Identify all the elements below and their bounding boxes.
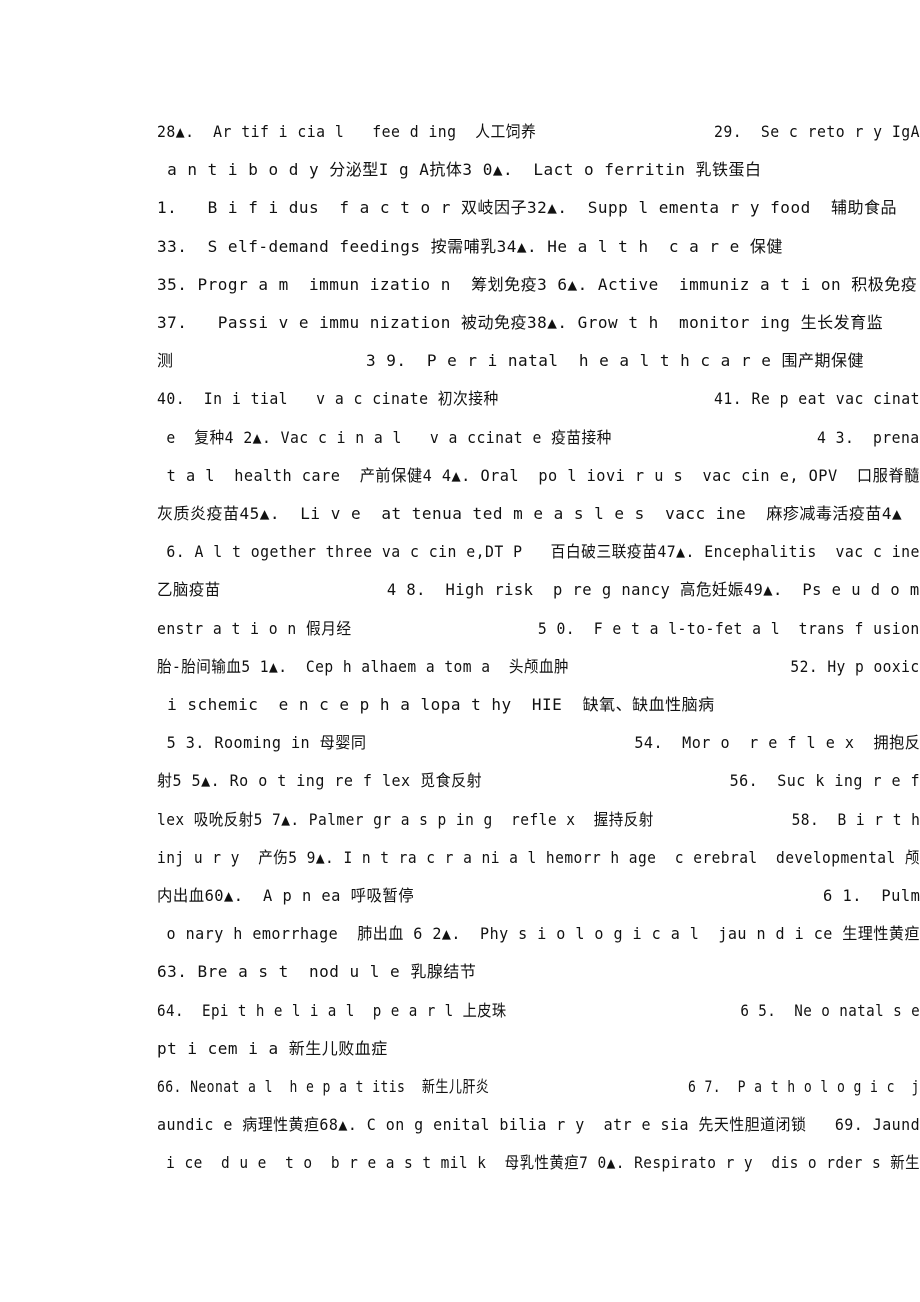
text-line: pt i cem i a 新生儿败血症 bbox=[157, 1038, 388, 1058]
text-line: 灰质炎疫苗45▲. Li v e at tenua ted m e a s l … bbox=[157, 504, 903, 523]
text-line: 33. S elf-demand feedings 按需哺乳34▲. He a … bbox=[157, 236, 783, 256]
text-line: aundic e 病理性黄疸68▲. C on g enital bilia r… bbox=[157, 1115, 920, 1135]
text-line: 64. Epi t h e l i a l p e a r l 上皮珠 6 5.… bbox=[157, 1000, 920, 1020]
text-line: 5 3. Rooming in 母婴同 54. Mor o r e f l e … bbox=[157, 733, 920, 753]
text-line: i schemic e n c e p h a lopa t hy HIE 缺氧… bbox=[157, 695, 715, 714]
text-line: 乙脑疫苗 4 8. High risk p re g nancy 高危妊娠49▲… bbox=[157, 580, 920, 600]
text-line: 40. In i tial v a c cinate 初次接种 41. Re p… bbox=[157, 389, 920, 409]
text-line: 63. Bre a s t nod u l e 乳腺结节 bbox=[157, 962, 477, 982]
text-line: 1. B i f i dus f a c t o r 双岐因子32▲. Supp… bbox=[157, 198, 897, 218]
text-line: t a l health care 产前保健4 4▲. Oral po l io… bbox=[157, 465, 920, 485]
text-line: inj u r y 产伤5 9▲. I n t ra c r a ni a l … bbox=[157, 847, 920, 867]
text-line: a n t i b o d y 分泌型I g A抗体3 0▲. Lact o f… bbox=[157, 160, 762, 180]
text-line: o nary h emorrhage 肺出血 6 2▲. Phy s i o l… bbox=[157, 924, 920, 944]
text-line: 测 3 9. P e r i natal h e a l t h c a r e… bbox=[157, 351, 864, 371]
text-line: 37. Passi v e immu nization 被动免疫38▲. Gro… bbox=[157, 313, 884, 332]
text-line: e 复种4 2▲. Vac c i n a l v a ccinat e 疫苗接… bbox=[157, 427, 920, 447]
text-line: enstr a t i o n 假月经 5 0. F e t a l-to-fe… bbox=[157, 618, 920, 638]
text-line: 射5 5▲. Ro o t ing re f lex 觅食反射 56. Suc … bbox=[157, 771, 920, 791]
document-page: 28▲. Ar tif i cia l fee d ing 人工饲养 29. S… bbox=[0, 0, 920, 1302]
text-line: 胎-胎间输血5 1▲. Cep h alhaem a tom a 头颅血肿 52… bbox=[157, 656, 920, 676]
text-line: 内出血60▲. A p n ea 呼吸暂停 6 1. Pulm bbox=[157, 886, 920, 905]
text-line: 66. Neonat a l h e p a t itis 新生儿肝炎 6 7.… bbox=[157, 1077, 920, 1096]
text-line: 28▲. Ar tif i cia l fee d ing 人工饲养 29. S… bbox=[157, 122, 920, 141]
text-line: lex 吸吮反射5 7▲. Palmer gr a s p in g refle… bbox=[157, 809, 920, 829]
text-line: i ce d u e t o b r e a s t mil k 母乳性黄疸7 … bbox=[157, 1153, 920, 1173]
text-line: 35. Progr a m immun izatio n 筹划免疫3 6▲. A… bbox=[157, 274, 918, 294]
text-line: 6. A l t ogether three va c cin e,DT P 百… bbox=[157, 542, 920, 562]
